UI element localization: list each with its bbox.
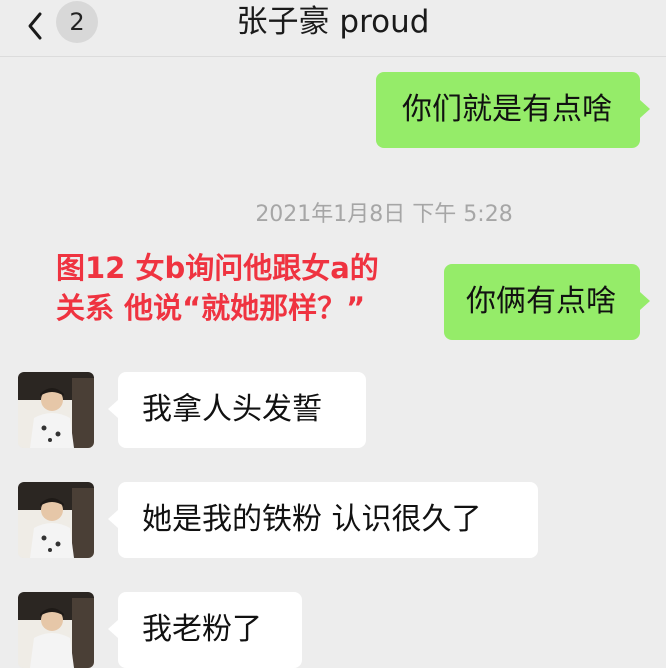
message-bubble-sent[interactable]: 你们就是有点啥: [376, 72, 640, 148]
caption-line-2: 关系 他说“就她那样？”: [56, 291, 366, 325]
chat-header: 2 张子豪 proud: [0, 0, 666, 57]
caption-line-1: 图12 女b询问他跟女a的: [56, 251, 379, 285]
chat-title: 张子豪 proud: [236, 4, 430, 40]
message-bubble-received[interactable]: 我拿人头发誓: [118, 372, 366, 448]
avatar-image: [18, 592, 94, 668]
message-bubble-sent[interactable]: 你俩有点啥: [444, 264, 640, 340]
bubble-tail: [108, 620, 118, 638]
message-text: 我老粉了: [142, 612, 262, 647]
message-bubble-received[interactable]: 我老粉了: [118, 592, 302, 668]
avatar-image: [18, 372, 94, 448]
avatar[interactable]: [18, 482, 94, 558]
message-text: 你俩有点啥: [466, 284, 616, 319]
message-text: 你们就是有点啥: [402, 92, 612, 127]
avatar-image: [18, 482, 94, 558]
bubble-tail: [640, 292, 650, 310]
bubble-tail: [108, 510, 118, 528]
bubble-tail: [108, 400, 118, 418]
caption-annotation: 图12 女b询问他跟女a的 关系 他说“就她那样？”: [56, 248, 446, 328]
avatar[interactable]: [18, 372, 94, 448]
message-text: 我拿人头发誓: [142, 392, 322, 427]
message-text: 她是我的铁粉 认识很久了: [142, 502, 482, 537]
message-timestamp: 2021年1月8日 下午 5:28: [255, 202, 513, 227]
bubble-tail: [640, 100, 650, 118]
avatar[interactable]: [18, 592, 94, 668]
message-bubble-received[interactable]: 她是我的铁粉 认识很久了: [118, 482, 538, 558]
